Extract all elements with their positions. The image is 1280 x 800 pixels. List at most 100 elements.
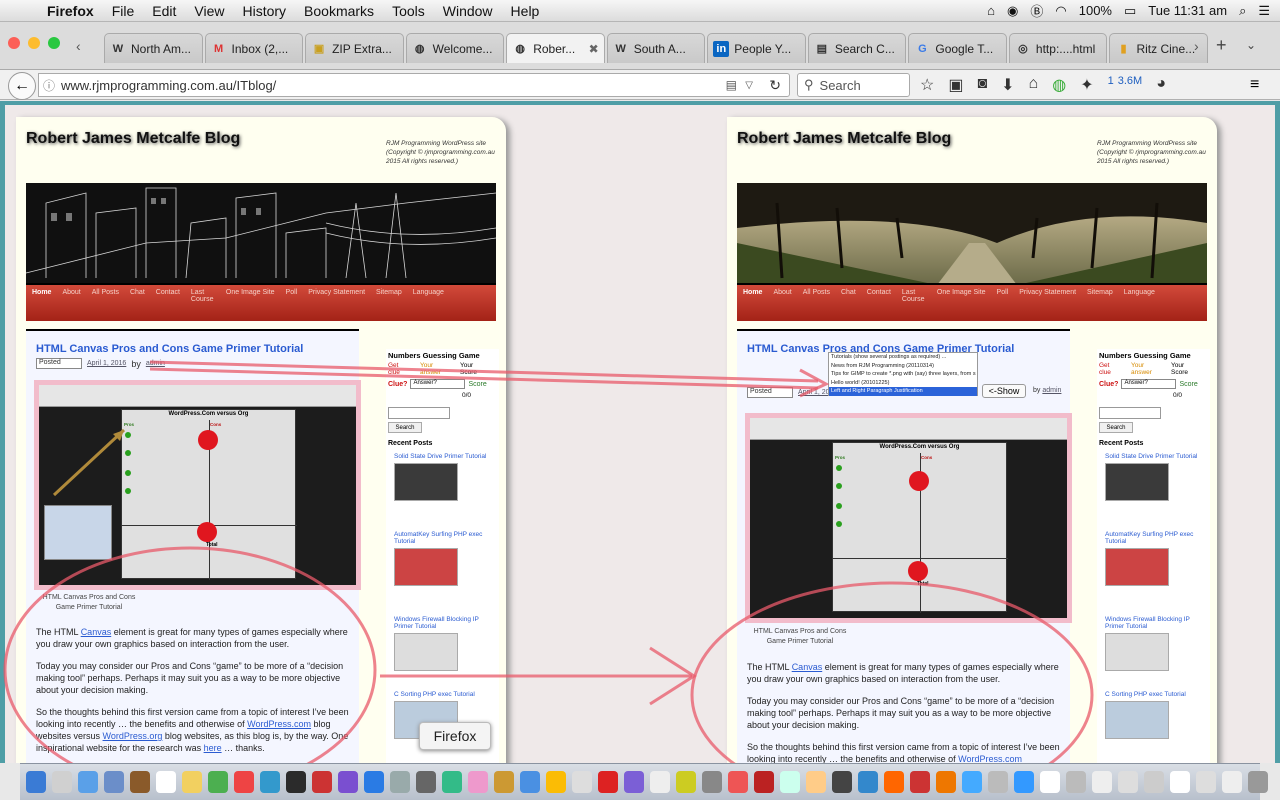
canvas-link[interactable]: Canvas	[81, 627, 112, 637]
dock-app-icon-14[interactable]	[364, 771, 384, 793]
tab-5[interactable]: ◍ Rober... ✖	[506, 33, 605, 63]
dock-app-icon-47[interactable]	[1222, 771, 1242, 793]
notification-center-icon[interactable]: ☰	[1258, 3, 1270, 19]
dropdown-option-2[interactable]: News from RJM Programming (20110314)	[829, 362, 977, 371]
blog-nav-privacy[interactable]: Privacy Statement	[308, 289, 365, 317]
recent-post-3-thumb-right[interactable]	[1105, 633, 1169, 671]
dock-app-icon-30[interactable]	[780, 771, 800, 793]
sidebar-search-input-right[interactable]	[1099, 407, 1161, 419]
recent-post-1-thumb[interactable]	[394, 463, 458, 501]
spotlight-icon[interactable]: ⌕	[1239, 3, 1246, 19]
clock[interactable]: Tue 11:31 am	[1148, 3, 1227, 18]
dock-app-icon-24[interactable]	[624, 771, 644, 793]
menu-tools[interactable]: Tools	[383, 3, 434, 19]
dock-app-icon-34[interactable]	[884, 771, 904, 793]
post-author-right[interactable]: admin	[1042, 387, 1061, 394]
recent-post-4-thumb-right[interactable]	[1105, 701, 1169, 739]
tab-8[interactable]: ▤ Search C...	[807, 33, 907, 63]
battery-icon[interactable]: ▭	[1124, 3, 1136, 19]
post-date[interactable]: April 1, 2016	[87, 360, 126, 367]
blog-nav-sitemap-right[interactable]: Sitemap	[1087, 289, 1113, 317]
get-clue-label[interactable]: Get clue	[386, 362, 408, 376]
dock-app-icon-32[interactable]	[832, 771, 852, 793]
status-icon[interactable]: ◉	[1007, 3, 1018, 19]
dock-app-icon-16[interactable]	[416, 771, 436, 793]
tab-list-chevron-icon[interactable]: ⌄	[1246, 38, 1256, 52]
blog-title[interactable]: Robert James Metcalfe Blog	[26, 130, 240, 148]
dock-app-icon-44[interactable]	[1144, 771, 1164, 793]
blog-nav-home[interactable]: Home	[32, 289, 51, 317]
blog-nav-chat-right[interactable]: Chat	[841, 289, 856, 317]
dock-app-icon-11[interactable]	[286, 771, 306, 793]
close-window-button[interactable]	[8, 37, 20, 49]
dock-app-icon-20[interactable]	[520, 771, 540, 793]
dropdown-option-1[interactable]: Tutorials (show several postings as requ…	[829, 353, 977, 362]
tab-3[interactable]: ▣ ZIP Extra...	[305, 33, 404, 63]
canvas-link-right[interactable]: Canvas	[792, 662, 823, 672]
blog-nav-chat[interactable]: Chat	[130, 289, 145, 317]
blog-nav-contact[interactable]: Contact	[156, 289, 180, 317]
tab-6[interactable]: W South A...	[606, 33, 706, 63]
dock-app-icon-22[interactable]	[572, 771, 592, 793]
recent-post-2[interactable]: AutomatKey Surfing PHP exec Tutorial	[386, 531, 499, 545]
blog-nav-last-course[interactable]: Last Course	[191, 289, 215, 317]
menu-bookmarks[interactable]: Bookmarks	[295, 3, 383, 19]
minimize-window-button[interactable]	[28, 37, 40, 49]
blog-nav-language[interactable]: Language	[413, 289, 444, 317]
blog-nav-about-right[interactable]: About	[773, 289, 791, 317]
postings-dropdown[interactable]: Tutorials (show several postings as requ…	[828, 352, 978, 396]
wordpress-com-link-right[interactable]: WordPress.com	[958, 754, 1022, 763]
tab-2[interactable]: M Inbox (2,...	[204, 33, 304, 63]
tab-9[interactable]: G Google T...	[908, 33, 1007, 63]
here-link[interactable]: here	[204, 743, 222, 753]
dock-app-icon-21[interactable]	[546, 771, 566, 793]
downloads-icon[interactable]: ⬇	[1001, 75, 1014, 95]
recent-post-2-right[interactable]: AutomatKey Surfing PHP exec Tutorial	[1097, 531, 1210, 545]
post-author[interactable]: admin	[146, 360, 165, 367]
blog-nav-last-course-right[interactable]: Last Course	[902, 289, 926, 317]
dock-app-icon-19[interactable]	[494, 771, 514, 793]
answer-select[interactable]: Answer?	[410, 379, 466, 389]
dock-app-icon-4[interactable]	[104, 771, 124, 793]
dock-app-icon-18[interactable]	[468, 771, 488, 793]
bitdefender-icon[interactable]: Ⓑ	[1030, 1, 1043, 20]
blog-nav-language-right[interactable]: Language	[1124, 289, 1155, 317]
tab-7[interactable]: in People Y...	[707, 33, 806, 63]
tab-4[interactable]: ◍ Welcome...	[405, 33, 505, 63]
dock-app-icon-10[interactable]	[260, 771, 280, 793]
tab-10[interactable]: ◎ http:....html	[1008, 33, 1108, 63]
wordpress-com-link[interactable]: WordPress.com	[247, 719, 311, 729]
toolbar-addon-icon[interactable]: ✦	[1080, 75, 1093, 95]
post-screenshot-image-right[interactable]: WordPress.Com versus Org Pros Cons Total	[745, 413, 1072, 623]
blog-nav-home-right[interactable]: Home	[743, 289, 762, 317]
post-title[interactable]: HTML Canvas Pros and Cons Game Primer Tu…	[36, 343, 303, 355]
hamburger-menu-icon[interactable]: ≡	[1250, 76, 1259, 94]
recent-post-1[interactable]: Solid State Drive Primer Tutorial	[386, 453, 499, 460]
reader-view-icon[interactable]: ▤	[726, 78, 737, 92]
recent-post-2-thumb[interactable]	[394, 548, 458, 586]
dock-app-icon-48[interactable]	[1248, 771, 1268, 793]
extension-icon[interactable]: ◍	[1052, 75, 1066, 95]
dock-app-icon-46[interactable]	[1196, 771, 1216, 793]
dock-app-icon-36[interactable]	[936, 771, 956, 793]
show-button[interactable]: <-Show	[982, 384, 1026, 398]
dock-app-icon-26[interactable]	[676, 771, 696, 793]
search-bar[interactable]: ⚲ Search	[797, 73, 910, 97]
pocket-icon[interactable]: ◙	[977, 75, 987, 95]
url-dropdown-icon[interactable]: ▽	[745, 80, 753, 91]
recent-post-3-right[interactable]: Windows Firewall Blocking IP Primer Tuto…	[1097, 616, 1210, 630]
dock-app-icon-9[interactable]	[234, 771, 254, 793]
dock-app-icon-7[interactable]	[182, 771, 202, 793]
menu-app-name[interactable]: Firefox	[38, 3, 103, 19]
dock-app-icon-33[interactable]	[858, 771, 878, 793]
bookmarks-menu-icon[interactable]: ▣	[948, 75, 963, 95]
reload-icon[interactable]: ↻	[769, 77, 781, 94]
dock-app-icon-31[interactable]	[806, 771, 826, 793]
recent-post-4[interactable]: C Sorting PHP exec Tutorial	[386, 691, 499, 698]
clue-label-right[interactable]: Clue?	[1099, 381, 1118, 388]
dock-app-icon-45[interactable]	[1170, 771, 1190, 793]
menu-file[interactable]: File	[103, 3, 144, 19]
dock-app-icon-3[interactable]	[78, 771, 98, 793]
menu-window[interactable]: Window	[434, 3, 502, 19]
sidebar-search-button[interactable]: Search	[388, 422, 422, 433]
